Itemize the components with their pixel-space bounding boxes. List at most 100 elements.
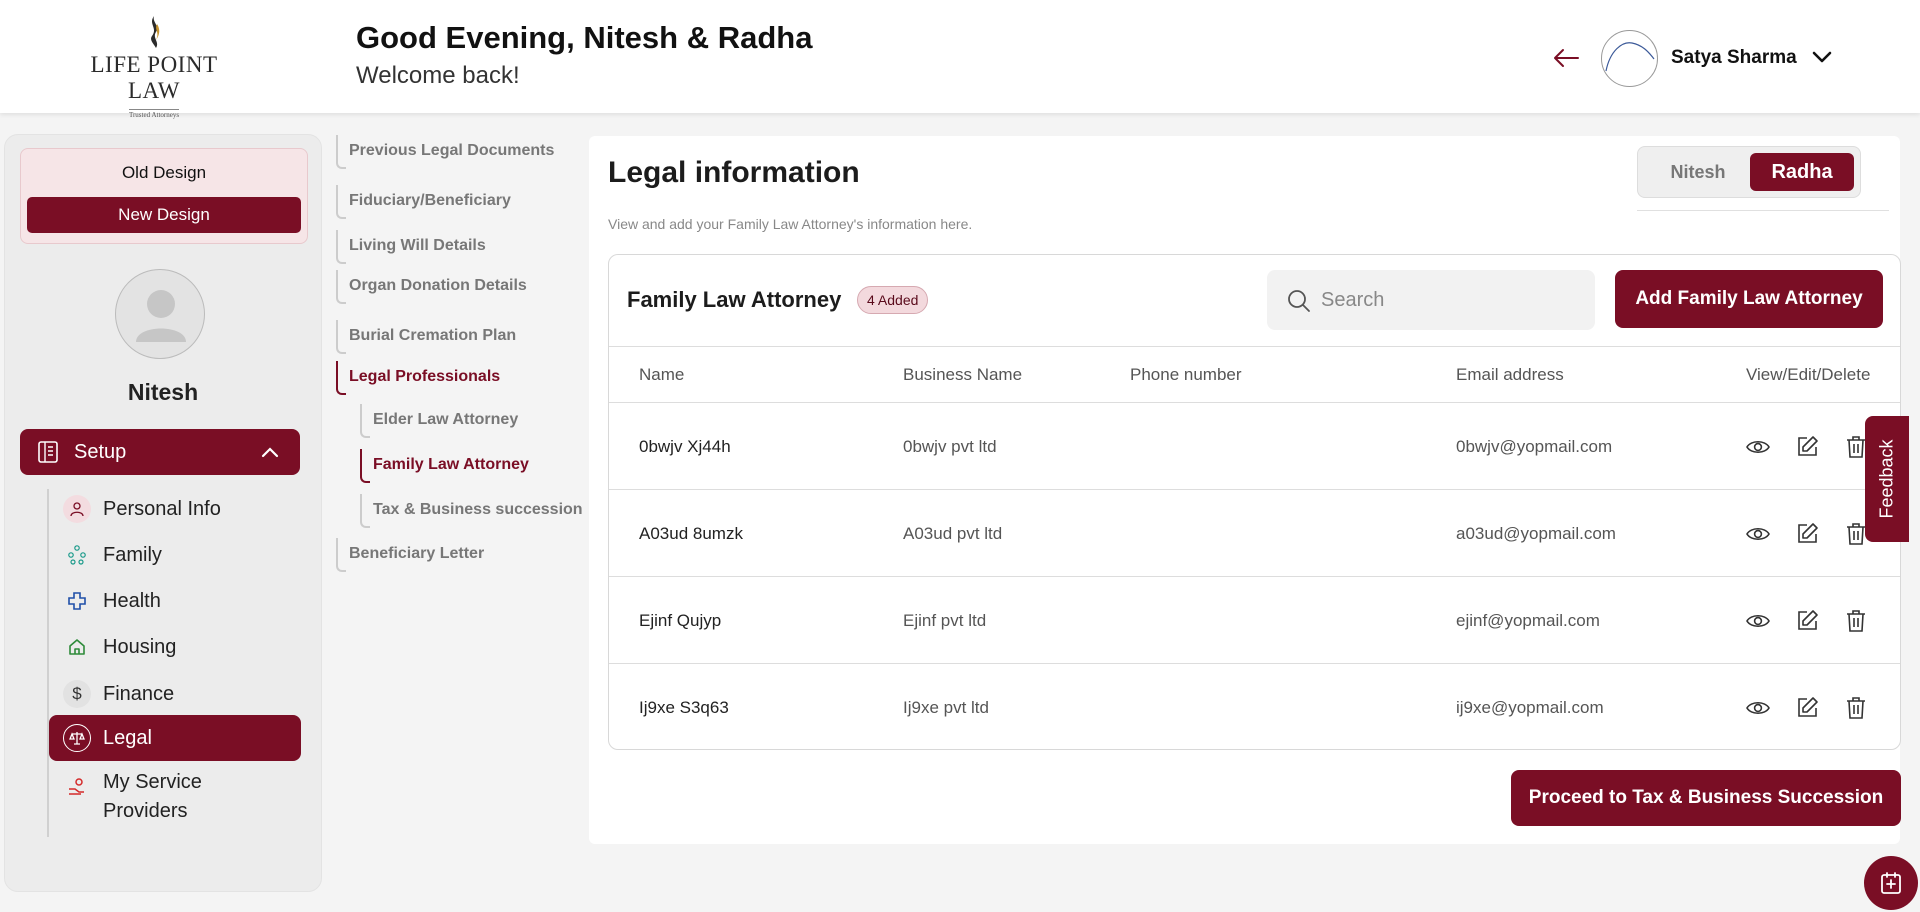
search-box[interactable] [1267,270,1595,330]
step-legal-professionals[interactable]: Legal Professionals [334,361,500,395]
spouse-toggle: Nitesh Radha [1637,146,1861,198]
sidebar-item-personal-info[interactable]: Personal Info [49,487,301,531]
home-icon [63,633,91,661]
tab-radha[interactable]: Radha [1750,153,1854,191]
profile-avatar[interactable] [115,269,205,359]
person-placeholder-icon [136,290,186,342]
table-header: Name Business Name Phone number Email ad… [609,346,1900,403]
attorney-table-card: Family Law Attorney 4 Added Add Family L… [608,254,1901,750]
eye-icon[interactable] [1745,434,1771,460]
step-previous-legal-documents[interactable]: Previous Legal Documents [334,135,554,169]
calendar-plus-icon [1881,872,1901,894]
card-title: Family Law Attorney [627,287,842,312]
user-name[interactable]: Satya Sharma [1671,47,1797,69]
cell-business-name: Ij9xe pvt ltd [903,698,989,717]
logo-tagline: Trusted Attorneys [128,109,180,119]
table-row: 0bwjv Xj44h 0bwjv pvt ltd 0bwjv@yopmail.… [609,403,1900,490]
divider [1637,210,1889,211]
setup-label: Setup [74,441,127,463]
scales-icon [63,724,91,752]
table-row: Ij9xe S3q63 Ij9xe pvt ltd ij9xe@yopmail.… [609,664,1900,749]
column-header-actions: View/Edit/Delete [1746,365,1871,384]
sidebar-item-label: Housing [103,636,177,658]
step-organ-donation-details[interactable]: Organ Donation Details [334,270,527,304]
logo-text: LIFE POINT LAW [90,52,218,103]
top-header: LIFE POINT LAW Trusted Attorneys Good Ev… [0,0,1920,119]
sidebar-item-health[interactable]: Health [49,579,301,623]
column-header-business-name[interactable]: Business Name [903,365,1022,385]
welcome-text: Welcome back! [356,62,520,89]
column-header-phone-number[interactable]: Phone number [1130,365,1242,385]
sidebar-item-label: Legal [103,727,152,749]
cell-name: 0bwjv Xj44h [639,437,731,456]
sidebar-item-label: Personal Info [103,498,221,520]
page-title: Legal information [608,156,860,189]
family-tree-icon [63,541,91,569]
step-burial-cremation-plan[interactable]: Burial Cremation Plan [334,320,516,354]
sidebar-item-housing[interactable]: Housing [49,625,301,669]
greeting-title: Good Evening, Nitesh & Radha [356,20,813,55]
user-avatar[interactable] [1601,30,1658,87]
chevron-up-icon [261,447,279,458]
step-living-will-details[interactable]: Living Will Details [334,230,486,264]
flame-logo-icon [151,16,160,48]
proceed-button[interactable]: Proceed to Tax & Business Succession [1511,770,1901,826]
trash-icon[interactable] [1843,608,1869,634]
sidebar-item-legal[interactable]: Legal [49,715,301,761]
step-family-law-attorney[interactable]: Family Law Attorney [358,449,529,483]
cell-email: ejinf@yopmail.com [1456,611,1600,630]
sidebar-item-family[interactable]: Family [49,533,301,577]
setup-section-toggle[interactable]: Setup [20,429,300,475]
sidebar-item-label: My Service Providers [103,771,202,822]
step-fiduciary-beneficiary[interactable]: Fiduciary/Beneficiary [334,185,511,219]
main-panel: Legal information View and add your Fami… [589,136,1901,844]
add-calendar-fab[interactable] [1864,856,1918,910]
left-sidebar: Old Design New Design Nitesh Setup Perso… [4,134,322,892]
edit-icon[interactable] [1794,695,1820,721]
sidebar-item-finance[interactable]: $ Finance [49,672,301,716]
chevron-down-icon[interactable] [1811,48,1833,66]
person-icon [63,495,91,523]
cell-name: Ij9xe S3q63 [639,698,729,717]
search-input[interactable] [1321,284,1577,316]
legal-steps-nav: Previous Legal Documents Fiduciary/Benef… [334,134,590,594]
table-row: Ejinf Qujyp Ejinf pvt ltd ejinf@yopmail.… [609,577,1900,664]
cell-email: 0bwjv@yopmail.com [1456,437,1613,456]
logo[interactable]: LIFE POINT LAW Trusted Attorneys [66,14,242,119]
tab-nitesh[interactable]: Nitesh [1650,153,1746,191]
design-toggle: Old Design New Design [20,148,308,244]
step-tax-business-succession[interactable]: Tax & Business succession [358,494,583,528]
health-cross-icon [63,587,91,615]
avatar-sketch-icon [1605,42,1655,72]
old-design-option[interactable]: Old Design [21,163,307,183]
step-beneficiary-letter[interactable]: Beneficiary Letter [334,538,484,572]
sidebar-item-label: Finance [103,683,175,705]
edit-icon[interactable] [1794,521,1820,547]
profile-name: Nitesh [127,379,199,405]
cell-business-name: 0bwjv pvt ltd [903,437,997,456]
column-header-email-address[interactable]: Email address [1456,365,1564,385]
trash-icon[interactable] [1843,695,1869,721]
feedback-tab[interactable]: Feedback [1865,416,1909,542]
service-provider-icon [63,773,91,801]
edit-icon[interactable] [1794,608,1820,634]
page-subtitle: View and add your Family Law Attorney's … [608,216,973,232]
eye-icon[interactable] [1745,608,1771,634]
sidebar-item-label: Health [103,590,161,612]
eye-icon[interactable] [1745,695,1771,721]
eye-icon[interactable] [1745,521,1771,547]
step-elder-law-attorney[interactable]: Elder Law Attorney [358,404,518,438]
cell-business-name: Ejinf pvt ltd [903,611,987,630]
feedback-label: Feedback [1876,439,1897,519]
table-row: A03ud 8umzk A03ud pvt ltd a03ud@yopmail.… [609,490,1900,577]
sidebar-item-label: Family [103,544,162,566]
cell-name: A03ud 8umzk [639,524,743,543]
column-header-name[interactable]: Name [639,365,684,385]
new-design-option[interactable]: New Design [27,197,301,233]
cell-name: Ejinf Qujyp [639,611,722,630]
sidebar-item-my-service-providers[interactable]: My Service Providers [49,765,301,831]
edit-icon[interactable] [1794,434,1820,460]
back-arrow-icon[interactable] [1552,46,1580,70]
cell-email: a03ud@yopmail.com [1456,524,1616,543]
add-family-law-attorney-button[interactable]: Add Family Law Attorney [1615,270,1883,328]
